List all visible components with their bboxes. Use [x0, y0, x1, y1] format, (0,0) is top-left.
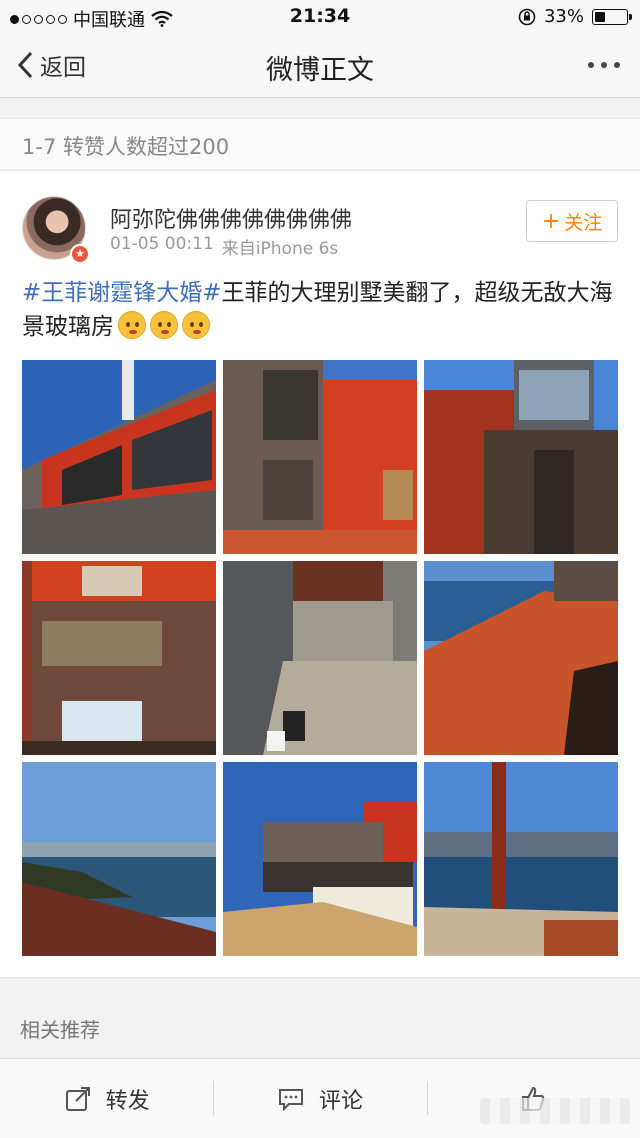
- photo-villa-red-facade[interactable]: [22, 360, 216, 554]
- photo-villa-red-walls[interactable]: [223, 360, 417, 554]
- like-button[interactable]: [426, 1059, 640, 1138]
- photo-image: [22, 762, 216, 956]
- battery-percent: 33%: [543, 6, 584, 27]
- photo-villa-glass-frame[interactable]: [424, 360, 618, 554]
- emoji-icon: [182, 311, 210, 339]
- photo-grid: [22, 360, 618, 956]
- photo-image: [223, 360, 417, 554]
- photo-villa-stone-stairs[interactable]: [223, 561, 417, 755]
- battery-icon: [592, 8, 632, 25]
- repost-header: 1-7 转赞人数超过200: [0, 118, 640, 170]
- repost-header-text: 1-7 转赞人数超过200: [22, 135, 230, 159]
- nav-bar: 返回 微博正文: [0, 34, 640, 98]
- follow-label: 关注: [564, 211, 603, 234]
- photo-image: [22, 360, 216, 554]
- photo-villa-under-construction[interactable]: [223, 762, 417, 956]
- post-meta: 01-05 00:11 来自iPhone 6s: [110, 234, 338, 259]
- watermark-overlay: [479, 1098, 630, 1124]
- post-card: ★ 阿弥陀佛佛佛佛佛佛佛佛 01-05 00:11 来自iPhone 6s + …: [0, 172, 640, 978]
- photo-image: [223, 762, 417, 956]
- emoji-group: [114, 311, 210, 340]
- comment-button[interactable]: 评论: [213, 1059, 426, 1138]
- photo-image: [223, 561, 417, 755]
- orientation-lock-icon: [518, 8, 536, 25]
- comment-icon: [278, 1088, 303, 1111]
- action-bar: 转发 评论: [0, 1058, 640, 1138]
- battery-fill: [595, 11, 605, 22]
- status-right: 33%: [518, 6, 632, 27]
- plus-icon: +: [541, 208, 561, 234]
- more-dot-icon: [601, 62, 607, 68]
- more-dot-icon: [588, 62, 594, 68]
- photo-image: [22, 561, 216, 755]
- photo-image: [424, 561, 618, 755]
- comment-label: 评论: [318, 1088, 363, 1114]
- photo-villa-red-soil-terrace[interactable]: [424, 561, 618, 755]
- repost-icon: [65, 1086, 90, 1111]
- page-title: 微博正文: [266, 55, 374, 86]
- photo-villa-front-entrance[interactable]: [22, 561, 216, 755]
- photo-image: [424, 762, 618, 956]
- follow-button[interactable]: + 关注: [526, 200, 618, 242]
- photo-lake-view-beam[interactable]: [424, 762, 618, 956]
- verified-badge-icon: ★: [70, 244, 90, 264]
- status-bar: 中国联通 21:34 33%: [0, 0, 640, 34]
- repost-label: 转发: [105, 1088, 150, 1114]
- emoji-icon: [118, 311, 146, 339]
- related-section: 相关推荐: [0, 1000, 640, 1052]
- post-source: 来自iPhone 6s: [221, 239, 339, 259]
- more-dot-icon: [614, 62, 620, 68]
- post-text: #王菲谢霆锋大婚#王菲的大理别墅美翻了，超级无敌大海景玻璃房: [22, 276, 618, 344]
- hashtag-link[interactable]: #王菲谢霆锋大婚#: [22, 280, 222, 306]
- photo-image: [424, 360, 618, 554]
- post-time: 01-05 00:11: [110, 234, 214, 254]
- emoji-icon: [150, 311, 178, 339]
- repost-button[interactable]: 转发: [0, 1059, 213, 1138]
- username[interactable]: 阿弥陀佛佛佛佛佛佛佛佛: [110, 202, 352, 234]
- photo-lake-view-hillside[interactable]: [22, 762, 216, 956]
- related-label: 相关推荐: [20, 1018, 100, 1042]
- more-button[interactable]: [588, 62, 620, 68]
